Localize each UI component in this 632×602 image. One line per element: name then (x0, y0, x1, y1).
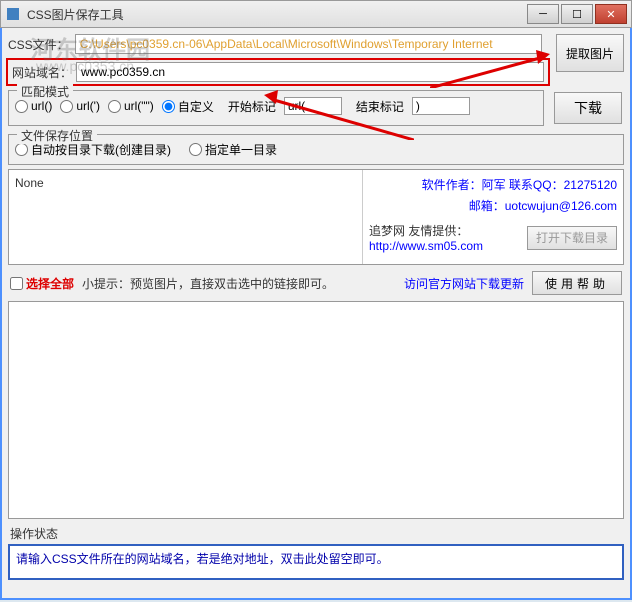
status-text[interactable]: 请输入CSS文件所在的网站域名，若是绝对地址，双击此处留空即可。 (8, 544, 624, 580)
match-mode-fieldset: 匹配模式 url() url(') url("") 自定义 开始标记 结束标记 (8, 90, 544, 126)
radio-url-empty[interactable]: url() (15, 99, 52, 113)
window-body: 河东软件园 www.pc0353.cn CSS文件： C:\Users\pc03… (0, 28, 632, 600)
help-button[interactable]: 使用帮助 (532, 271, 622, 295)
extract-image-button[interactable]: 提取图片 (556, 34, 624, 72)
start-mark-input[interactable] (284, 97, 342, 115)
select-all-checkbox[interactable]: 选择全部 (10, 275, 74, 292)
preview-area: None 软件作者：阿军 联系QQ：21275120 邮箱：uotcwujun@… (8, 169, 624, 265)
window-controls: ─ ☐ ✕ (527, 4, 627, 24)
radio-single-dir[interactable]: 指定单一目录 (189, 141, 277, 158)
end-mark-label: 结束标记 (356, 98, 404, 115)
titlebar: CSS图片保存工具 ─ ☐ ✕ (0, 0, 632, 28)
status-label: 操作状态 (8, 523, 624, 544)
hint-text: 小提示：预览图片，直接双击选中的链接即可。 (82, 275, 334, 292)
preview-list[interactable]: None (9, 170, 363, 264)
result-area[interactable] (8, 301, 624, 519)
match-mode-legend: 匹配模式 (17, 83, 73, 100)
email-info: 邮箱：uotcwujun@126.com (369, 197, 617, 214)
radio-url-double[interactable]: url("") (108, 99, 154, 113)
radio-url-single[interactable]: url(') (60, 99, 100, 113)
css-file-label: CSS文件： (8, 36, 69, 53)
open-download-dir-button[interactable]: 打开下载目录 (527, 226, 617, 250)
author-info: 软件作者：阿军 联系QQ：21275120 (369, 176, 617, 193)
save-location-legend: 文件保存位置 (17, 127, 97, 144)
dream-label: 追梦网 友情提供： (369, 224, 468, 238)
dream-url[interactable]: http://www.sm05.com (369, 239, 483, 253)
start-mark-label: 开始标记 (228, 98, 276, 115)
maximize-button[interactable]: ☐ (561, 4, 593, 24)
domain-label: 网站域名： (12, 64, 72, 81)
close-button[interactable]: ✕ (595, 4, 627, 24)
minimize-button[interactable]: ─ (527, 4, 559, 24)
preview-none: None (15, 176, 44, 190)
download-button[interactable]: 下载 (554, 92, 622, 124)
visit-official-link[interactable]: 访问官方网站下载更新 (404, 275, 524, 292)
css-file-path[interactable]: C:\Users\pc0359.cn-06\AppData\Local\Micr… (75, 34, 542, 54)
radio-custom[interactable]: 自定义 (162, 98, 214, 115)
end-mark-input[interactable] (412, 97, 470, 115)
domain-input[interactable] (76, 62, 544, 82)
app-icon (5, 6, 21, 22)
window-title: CSS图片保存工具 (27, 6, 527, 23)
info-panel: 软件作者：阿军 联系QQ：21275120 邮箱：uotcwujun@126.c… (363, 170, 623, 264)
save-location-fieldset: 文件保存位置 自动按目录下载(创建目录) 指定单一目录 (8, 134, 624, 165)
